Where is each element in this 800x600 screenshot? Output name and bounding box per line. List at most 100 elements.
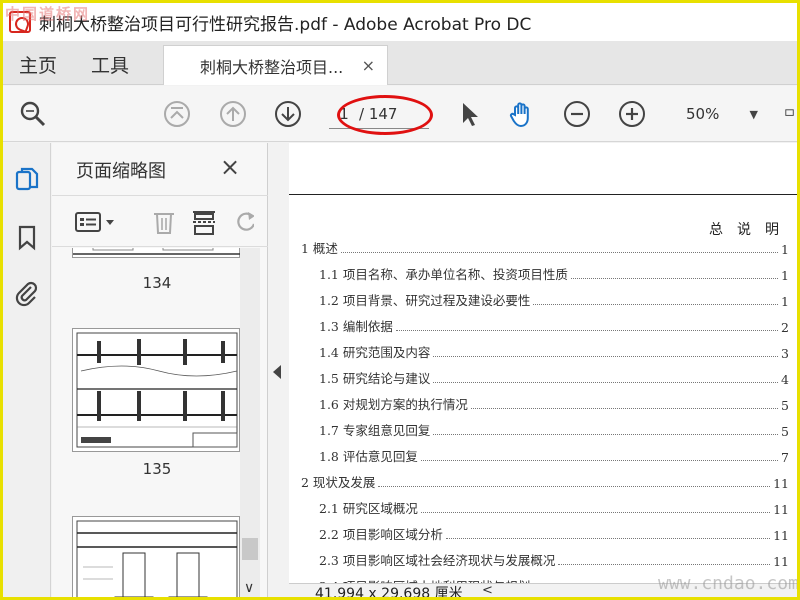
toc-entry-page: 2 xyxy=(781,320,789,335)
extract-pages-icon[interactable] xyxy=(190,208,220,236)
panel-title: 页面缩略图 xyxy=(76,161,166,182)
toc-entry-page: 7 xyxy=(781,450,789,465)
toc-entry-title: 1.2 项目背景、研究过程及建设必要性 xyxy=(319,293,531,308)
toc-entry-title: 1.4 研究范围及内容 xyxy=(319,345,431,360)
toc-entry-page: 11 xyxy=(773,502,789,517)
zoom-out-icon[interactable] xyxy=(561,98,593,130)
toc-entry-page: 11 xyxy=(773,476,789,491)
toc-entry-page: 3 xyxy=(781,346,789,361)
toc-entry-title: 1.5 研究结论与建议 xyxy=(319,371,431,386)
tab-tools[interactable]: 工具 xyxy=(91,51,129,78)
toc-entry-title: 1.8 评估意见回复 xyxy=(319,449,418,464)
toc-leader-dots xyxy=(433,382,779,383)
toc-entry[interactable]: 1.3 编制依据 2 xyxy=(319,315,789,335)
toc-entry[interactable]: 1.7 专家组意见回复 5 xyxy=(319,419,789,439)
navigation-rail xyxy=(3,143,51,597)
thumbnail-panel: 页面缩略图 × 134 135 ∨ xyxy=(52,143,268,597)
toc-leader-dots xyxy=(558,564,771,565)
toc-leader-dots xyxy=(420,460,779,461)
toc-leader-dots xyxy=(433,356,779,357)
toc-leader-dots xyxy=(395,330,779,331)
toc-entry-page: 1 xyxy=(781,242,789,257)
thumbnail-label-134: 134 xyxy=(142,274,172,292)
toc-entry[interactable]: 2.3 项目影响区域社会经济现状与发展概况 11 xyxy=(319,549,789,569)
app-window: 刺桐大桥整治项目可行性研究报告.pdf - Adobe Acrobat Pro … xyxy=(0,0,800,600)
watermark-bottom: www.cndao.com xyxy=(658,573,799,594)
previous-page-icon[interactable] xyxy=(217,98,249,130)
toc-entry-page: 1 xyxy=(781,268,789,283)
first-page-icon[interactable] xyxy=(161,98,193,130)
page-navigator: / 147 xyxy=(329,99,429,129)
attachment-icon[interactable] xyxy=(13,279,41,307)
toc-leader-dots xyxy=(420,512,771,513)
toc-entry-page: 4 xyxy=(781,372,789,387)
toc-leader-dots xyxy=(340,252,779,253)
thumbnail-scrollbar[interactable] xyxy=(240,248,260,597)
watermark-top: 中国道桥网 xyxy=(5,5,91,23)
thumbnail-page-134[interactable] xyxy=(72,248,240,258)
options-menu-icon[interactable] xyxy=(74,208,120,236)
toc-entry[interactable]: 1 概述 1 xyxy=(301,237,789,257)
toc-entry-title: 2 现状及发展 xyxy=(301,475,376,490)
toc-entry-page: 5 xyxy=(781,398,789,413)
toc-entry-title: 1.3 编制依据 xyxy=(319,319,393,334)
thumbnail-page-136[interactable] xyxy=(72,516,240,597)
toc-entry[interactable]: 2.1 研究区域概况 11 xyxy=(319,497,789,517)
page-dimensions: 41.994 x 29.698 厘米 xyxy=(315,586,463,600)
scrollbar-thumb[interactable] xyxy=(242,538,258,560)
toc-entry[interactable]: 2.2 项目影响区域分析 11 xyxy=(319,523,789,543)
thumbnail-label-135: 135 xyxy=(142,460,172,478)
toolbar: / 147 50% ▼ xyxy=(3,86,797,142)
toc-entry[interactable]: 1.4 研究范围及内容 3 xyxy=(319,341,789,361)
page-thumbnails-icon[interactable] xyxy=(13,165,41,193)
toc-entry[interactable]: 1.8 评估意见回复 7 xyxy=(319,445,789,465)
hand-tool-icon[interactable] xyxy=(506,98,538,130)
delete-icon[interactable] xyxy=(150,208,180,236)
thumbnail-list: 134 135 xyxy=(52,248,240,597)
toc-leader-dots xyxy=(470,408,779,409)
toc-entry[interactable]: 1.1 项目名称、承办单位名称、投资项目性质 1 xyxy=(319,263,789,283)
bookmark-icon[interactable] xyxy=(13,223,41,251)
tab-document[interactable]: 刺桐大桥整治项目... × xyxy=(163,45,388,85)
toc-entry-title: 1.7 专家组意见回复 xyxy=(319,423,431,438)
toc-entry-page: 11 xyxy=(773,528,789,543)
toc-entry[interactable]: 1.2 项目背景、研究过程及建设必要性 1 xyxy=(319,289,789,309)
thumbnail-page-135[interactable] xyxy=(72,328,240,452)
title-bar: 刺桐大桥整治项目可行性研究报告.pdf - Adobe Acrobat Pro … xyxy=(3,3,797,41)
document-tab-label: 刺桐大桥整治项目... xyxy=(200,57,344,77)
tab-bar: 主页 工具 刺桐大桥整治项目... × xyxy=(3,41,797,85)
scroll-down-icon[interactable]: ∨ xyxy=(244,580,254,596)
scroll-left-icon[interactable]: < xyxy=(482,583,493,597)
toc-leader-dots xyxy=(570,278,779,279)
zoom-value: 50% xyxy=(686,105,720,123)
toc-entry[interactable]: 1.5 研究结论与建议 4 xyxy=(319,367,789,387)
current-page-input[interactable] xyxy=(329,101,359,126)
toc-heading: 总说明 xyxy=(709,222,793,238)
thumbnail-toolbar xyxy=(52,195,268,247)
zoom-in-icon[interactable] xyxy=(616,98,648,130)
more-tools-icon[interactable] xyxy=(783,98,797,130)
document-view[interactable]: 总说明 1 概述 1 1.1 项目名称、承办单位名称、投资项目性质 1 1.2 项目背景… xyxy=(289,143,797,583)
toc-entry-page: 11 xyxy=(773,554,789,569)
search-icon[interactable] xyxy=(17,98,49,130)
header-rule xyxy=(289,194,797,195)
toc-entry-title: 2.1 研究区域概况 xyxy=(319,501,418,516)
close-panel-icon[interactable]: × xyxy=(220,153,240,181)
toc-entry[interactable]: 2 现状及发展 11 xyxy=(301,471,789,491)
toc-leader-dots xyxy=(433,434,779,435)
toc-entry-title: 1 概述 xyxy=(301,241,338,256)
next-page-icon[interactable] xyxy=(272,98,304,130)
toc-entry-title: 2.2 项目影响区域分析 xyxy=(319,527,443,542)
toc-entry-title: 2.4 项目影响区域土地利用现状与规划 xyxy=(319,576,530,583)
toc-leader-dots xyxy=(533,304,779,305)
zoom-select[interactable]: 50% ▼ xyxy=(670,100,766,128)
collapse-panel-icon[interactable] xyxy=(273,365,281,379)
toc-leader-dots xyxy=(445,538,771,539)
toc-entry-page: 5 xyxy=(781,424,789,439)
select-cursor-icon[interactable] xyxy=(453,98,485,130)
rotate-icon[interactable] xyxy=(232,208,254,236)
toc-entry[interactable]: 1.6 对规划方案的执行情况 5 xyxy=(319,393,789,413)
chevron-down-icon: ▼ xyxy=(749,107,758,121)
close-tab-icon[interactable]: × xyxy=(362,56,375,75)
tab-home[interactable]: 主页 xyxy=(19,51,57,78)
